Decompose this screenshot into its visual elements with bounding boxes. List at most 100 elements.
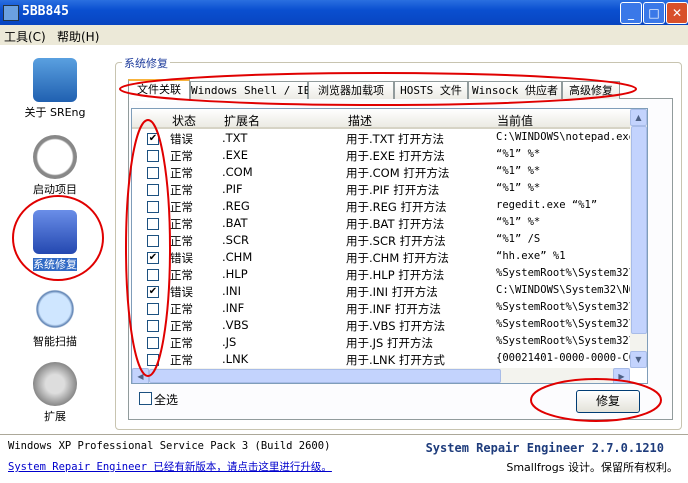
table-row[interactable]: 正常 .SCR 用于.SCR 打开方法 “%1” /S bbox=[132, 232, 630, 249]
row-status: 正常 bbox=[170, 353, 193, 367]
scroll-right-button[interactable]: ▶ bbox=[613, 368, 630, 383]
menu-help[interactable]: 帮助(H) bbox=[57, 28, 99, 45]
update-link[interactable]: System Repair Engineer 已经有新版本，请点击这里进行升级。 bbox=[8, 459, 332, 474]
row-checkbox[interactable] bbox=[147, 150, 159, 162]
vertical-scroll-thumb[interactable] bbox=[631, 126, 647, 334]
row-extension: .HLP bbox=[222, 267, 248, 281]
minimize-button[interactable]: _ bbox=[620, 2, 642, 24]
row-checkbox[interactable] bbox=[147, 235, 159, 247]
row-checkbox[interactable] bbox=[147, 184, 159, 196]
row-current-value: %SystemRoot%\System32\ bbox=[496, 301, 636, 313]
row-description: 用于.VBS 打开方法 bbox=[346, 319, 446, 333]
vertical-scrollbar[interactable]: ▲ ▼ bbox=[630, 109, 647, 368]
sidebar-item-extensions[interactable]: 扩展 bbox=[10, 362, 100, 424]
row-current-value: “%1” %* bbox=[496, 216, 541, 228]
row-checkbox[interactable] bbox=[147, 320, 159, 332]
file-association-list[interactable]: 状态 扩展名 描述 当前值 ✔ 错误 .TXT 用于.TXT 打开方法 C:\W… bbox=[131, 108, 648, 384]
row-extension: .INI bbox=[222, 284, 242, 298]
sidebar-label: 启动项目 bbox=[33, 183, 77, 196]
copyright-label: Smallfrogs 设计。保留所有权利。 bbox=[506, 461, 678, 474]
horizontal-scrollbar[interactable]: ◀ ▶ bbox=[132, 368, 630, 383]
tab-winsock[interactable]: Winsock 供应者 bbox=[468, 81, 562, 99]
row-status: 正常 bbox=[170, 149, 193, 163]
row-checkbox[interactable] bbox=[147, 269, 159, 281]
table-row[interactable]: ✔ 错误 .CHM 用于.CHM 打开方法 “hh.exe” %1 bbox=[132, 249, 630, 266]
row-current-value: %SystemRoot%\System32\ bbox=[496, 335, 636, 347]
scroll-up-button[interactable]: ▲ bbox=[630, 109, 647, 126]
tab-file-association[interactable]: 文件关联 bbox=[128, 79, 190, 101]
row-status: 正常 bbox=[170, 268, 193, 282]
window-title: 5BB845 bbox=[22, 4, 69, 19]
checklist-icon bbox=[33, 210, 77, 254]
column-description[interactable]: 描述 bbox=[348, 112, 372, 129]
scroll-left-button[interactable]: ◀ bbox=[132, 368, 149, 383]
close-button[interactable]: ✕ bbox=[666, 2, 688, 24]
menu-tools[interactable]: 工具(C) bbox=[4, 28, 46, 45]
row-status: 正常 bbox=[170, 166, 193, 180]
repair-button[interactable]: 修复 bbox=[576, 390, 640, 413]
column-current-value[interactable]: 当前值 bbox=[497, 112, 533, 129]
tab-windows-shell-ie[interactable]: Windows Shell / IE bbox=[190, 81, 310, 99]
row-description: 用于.TXT 打开方法 bbox=[346, 132, 445, 146]
maximize-button[interactable]: □ bbox=[643, 2, 665, 24]
table-row[interactable]: 正常 .PIF 用于.PIF 打开方法 “%1” %* bbox=[132, 181, 630, 198]
row-status: 正常 bbox=[170, 234, 193, 248]
table-row[interactable]: 正常 .JS 用于.JS 打开方法 %SystemRoot%\System32\ bbox=[132, 334, 635, 351]
group-title: 系统修复 bbox=[122, 55, 170, 71]
scroll-down-button[interactable]: ▼ bbox=[630, 351, 647, 368]
row-description: 用于.PIF 打开方法 bbox=[346, 183, 440, 197]
row-checkbox[interactable] bbox=[147, 167, 159, 179]
row-checkbox[interactable] bbox=[147, 337, 159, 349]
row-current-value: C:\WINDOWS\notepad.exe bbox=[496, 131, 636, 143]
sidebar-label: 关于 SREng bbox=[24, 106, 86, 119]
sidebar-item-about[interactable]: 关于 SREng bbox=[10, 58, 100, 120]
row-status: 正常 bbox=[170, 336, 193, 350]
row-current-value: regedit.exe “%1” bbox=[496, 199, 598, 211]
table-row[interactable]: 正常 .EXE 用于.EXE 打开方法 “%1” %* bbox=[132, 147, 630, 164]
table-row[interactable]: 正常 .LNK 用于.LNK 打开方式 {00021401-0000-0000-… bbox=[132, 351, 635, 368]
table-row[interactable]: 正常 .VBS 用于.VBS 打开方法 %SystemRoot%\System3… bbox=[132, 317, 635, 334]
row-checkbox[interactable] bbox=[147, 303, 159, 315]
row-extension: .LNK bbox=[222, 352, 249, 366]
sidebar-item-smart-scan[interactable]: 智能扫描 bbox=[10, 287, 100, 349]
menu-bar: 工具(C) 帮助(H) bbox=[0, 25, 688, 45]
row-checkbox[interactable]: ✔ bbox=[147, 286, 159, 298]
row-description: 用于.COM 打开方法 bbox=[346, 166, 450, 180]
table-row[interactable]: ✔ 错误 .INI 用于.INI 打开方法 C:\WINDOWS\System3… bbox=[132, 283, 635, 300]
table-row[interactable]: 正常 .BAT 用于.BAT 打开方法 “%1” %* bbox=[132, 215, 630, 232]
table-row[interactable]: 正常 .COM 用于.COM 打开方法 “%1” %* bbox=[132, 164, 630, 181]
row-checkbox[interactable] bbox=[147, 201, 159, 213]
row-extension: .INF bbox=[222, 301, 245, 315]
select-all-label: 全选 bbox=[154, 393, 179, 407]
tab-browser-addons[interactable]: 浏览器加载项 bbox=[308, 81, 394, 99]
sidebar-item-system-repair[interactable]: 系统修复 bbox=[10, 210, 100, 272]
row-extension: .PIF bbox=[222, 182, 243, 196]
tab-advanced-repair[interactable]: 高级修复 bbox=[562, 81, 620, 99]
row-extension: .VBS bbox=[222, 318, 249, 332]
row-checkbox[interactable] bbox=[147, 218, 159, 230]
column-extension[interactable]: 扩展名 bbox=[224, 112, 260, 129]
select-all-checkbox[interactable] bbox=[139, 392, 152, 405]
status-separator bbox=[0, 434, 688, 435]
table-row[interactable]: 正常 .INF 用于.INF 打开方法 %SystemRoot%\System3… bbox=[132, 300, 635, 317]
table-row[interactable]: 正常 .REG 用于.REG 打开方法 regedit.exe “%1” bbox=[132, 198, 630, 215]
tools-icon bbox=[33, 58, 77, 102]
row-description: 用于.JS 打开方法 bbox=[346, 336, 434, 350]
row-current-value: “%1” %* bbox=[496, 148, 541, 160]
row-current-value: %SystemRoot%\System32\ bbox=[496, 267, 636, 279]
row-description: 用于.HLP 打开方法 bbox=[346, 268, 445, 282]
table-row[interactable]: ✔ 错误 .TXT 用于.TXT 打开方法 C:\WINDOWS\notepad… bbox=[132, 130, 635, 147]
row-checkbox[interactable]: ✔ bbox=[147, 252, 159, 264]
row-description: 用于.INI 打开方法 bbox=[346, 285, 438, 299]
row-status: 正常 bbox=[170, 217, 193, 231]
sidebar-item-startup[interactable]: 启动项目 bbox=[10, 135, 100, 197]
table-row[interactable]: 正常 .HLP 用于.HLP 打开方法 %SystemRoot%\System3… bbox=[132, 266, 635, 283]
row-extension: .BAT bbox=[222, 216, 248, 230]
row-description: 用于.SCR 打开方法 bbox=[346, 234, 446, 248]
row-checkbox[interactable]: ✔ bbox=[147, 133, 159, 145]
horizontal-scroll-thumb[interactable] bbox=[149, 369, 501, 383]
column-status[interactable]: 状态 bbox=[172, 112, 196, 129]
row-checkbox[interactable] bbox=[147, 354, 159, 366]
tab-hosts-file[interactable]: HOSTS 文件 bbox=[394, 81, 468, 99]
row-extension: .SCR bbox=[222, 233, 249, 247]
